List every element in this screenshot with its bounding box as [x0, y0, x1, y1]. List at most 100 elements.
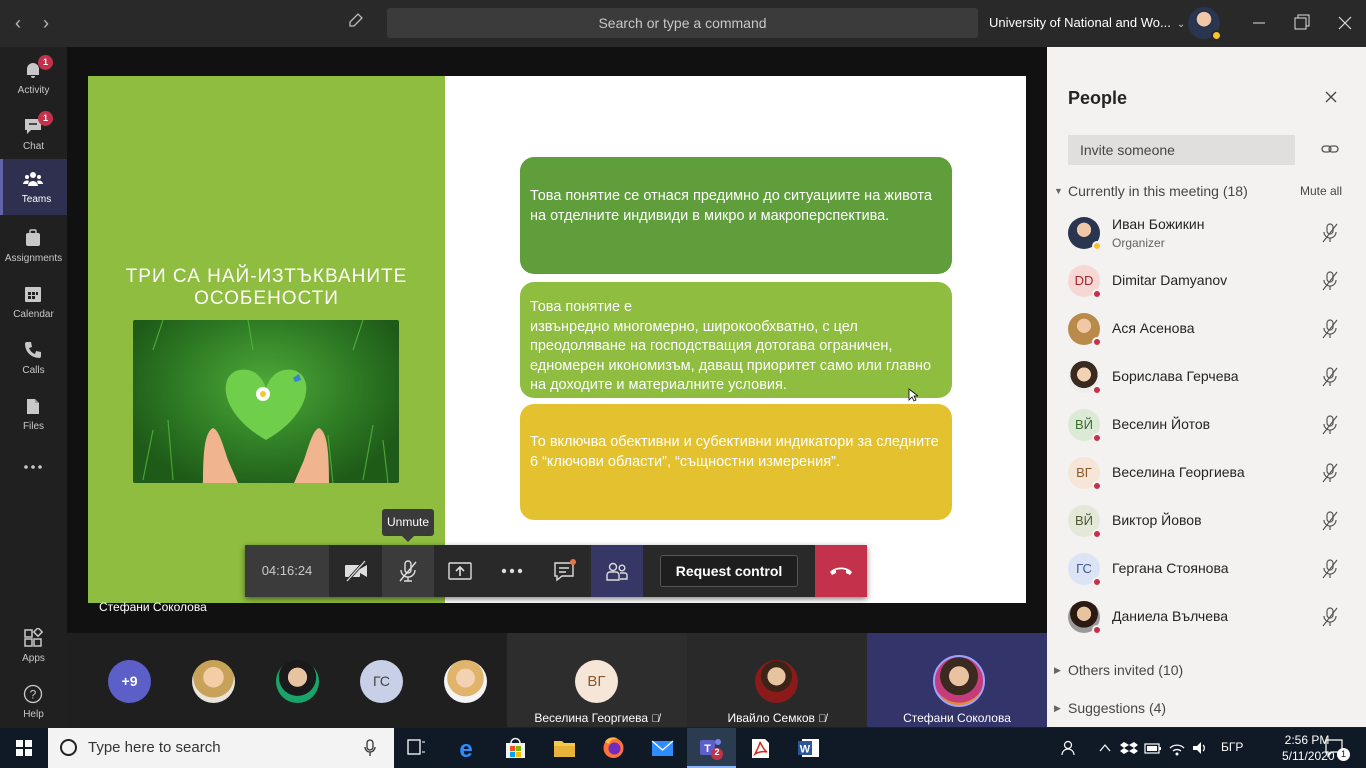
teams-taskbar-button[interactable]: T 2 [687, 728, 736, 768]
mic-off-icon[interactable] [1321, 511, 1339, 531]
mute-all-button[interactable]: Mute all [1300, 184, 1342, 198]
show-participants-button[interactable] [591, 545, 643, 597]
start-button[interactable] [0, 728, 49, 768]
participant-row[interactable]: ВГ Веселина Георгиева [1047, 449, 1366, 497]
mic-off-icon[interactable] [1321, 415, 1339, 435]
file-explorer-button[interactable] [540, 728, 589, 768]
participant-avatar[interactable] [444, 660, 487, 703]
more-participants-avatar[interactable]: +9 [108, 660, 151, 703]
rail-item-files[interactable]: Files [0, 386, 67, 442]
suggestions-section[interactable]: ▶ Suggestions (4) [1054, 700, 1166, 716]
participant-row[interactable]: ГС Гергана Стоянова [1047, 545, 1366, 593]
teams-icon: T [700, 739, 723, 760]
request-control-button[interactable]: Request control [660, 555, 798, 587]
people-tray-icon[interactable] [1060, 739, 1078, 757]
compose-icon[interactable] [348, 12, 370, 34]
mic-off-icon[interactable] [1321, 559, 1339, 579]
busy-status-icon [1092, 577, 1102, 587]
participant-name: Даниела Вълчева [1112, 608, 1229, 624]
edge-browser-button[interactable]: e [442, 728, 491, 768]
others-invited-section[interactable]: ▶ Others invited (10) [1054, 662, 1183, 678]
teams-icon [23, 172, 43, 186]
show-conversation-button[interactable] [539, 545, 591, 597]
mic-off-icon[interactable] [1321, 367, 1339, 387]
close-icon[interactable] [1333, 12, 1357, 34]
volume-icon[interactable] [1191, 739, 1209, 757]
slide-box-2: Това понятие е извънредно многомерно, шир… [520, 282, 952, 398]
more-actions-button[interactable] [486, 545, 538, 597]
busy-status-icon [1092, 481, 1102, 491]
busy-status-icon [1092, 625, 1102, 635]
back-arrow-icon[interactable]: ‹ [8, 12, 28, 34]
rail-item-apps[interactable]: Apps [0, 618, 67, 674]
acrobat-button[interactable] [736, 728, 785, 768]
minimize-icon[interactable] [1247, 12, 1271, 34]
participant-row[interactable]: ВЙ Веселин Йотов [1047, 401, 1366, 449]
taskbar-search-placeholder: Type here to search [88, 739, 221, 756]
store-icon [506, 737, 525, 758]
slide-box-2-line1: Това понятие е [530, 299, 633, 315]
participant-tile[interactable]: ВГ Веселина Георгиева 🎙̸ [507, 633, 687, 727]
mic-off-icon[interactable] [1321, 319, 1339, 339]
participant-avatar [755, 660, 798, 703]
firefox-button[interactable] [589, 728, 638, 768]
mail-button[interactable] [638, 728, 687, 768]
chat-icon [554, 559, 576, 582]
rail-item-calendar[interactable]: Calendar [0, 274, 67, 330]
participant-avatar[interactable] [192, 660, 235, 703]
restore-icon[interactable] [1289, 12, 1313, 34]
meeting-timer: 04:16:24 [245, 545, 329, 597]
participant-row[interactable]: DD Dimitar Damyanov [1047, 257, 1366, 305]
mic-off-icon[interactable] [1321, 463, 1339, 483]
participant-row[interactable]: Борислава Герчева [1047, 353, 1366, 401]
link-icon[interactable] [1321, 142, 1339, 156]
share-screen-button[interactable] [434, 545, 486, 597]
battery-icon[interactable] [1144, 741, 1162, 755]
camera-off-button[interactable] [330, 545, 382, 597]
input-language[interactable]: БГР [1221, 740, 1243, 754]
close-icon[interactable] [1323, 89, 1339, 105]
rail-item-teams[interactable]: Teams [0, 159, 67, 215]
firefox-icon [603, 737, 624, 758]
current-meeting-section[interactable]: ▼ Currently in this meeting (18) [1054, 183, 1248, 199]
participant-avatar[interactable] [276, 660, 319, 703]
hang-up-icon [830, 567, 852, 575]
profile-avatar[interactable] [1188, 7, 1222, 41]
participant-row[interactable]: Иван Божикин Organizer [1047, 209, 1366, 257]
word-button[interactable]: W [785, 728, 834, 768]
command-search-input[interactable]: Search or type a command [387, 8, 978, 38]
app-rail: 1 Activity 1 Chat Teams Assignments Cale… [0, 47, 67, 727]
wifi-icon[interactable] [1168, 739, 1186, 757]
rail-item-assignments[interactable]: Assignments [0, 218, 67, 274]
busy-status-icon [1092, 433, 1102, 443]
participant-tile[interactable]: Ивайло Семков 🎙̸ [687, 633, 867, 727]
store-button[interactable] [491, 728, 540, 768]
rail-label: Apps [22, 653, 45, 664]
rail-item-calls[interactable]: Calls [0, 330, 67, 386]
participant-row[interactable]: ВЙ Виктор Йовов [1047, 497, 1366, 545]
task-view-button[interactable] [392, 728, 441, 768]
participant-tile-speaking[interactable]: Стефани Соколова [867, 633, 1047, 727]
rail-item-activity[interactable]: 1 Activity [0, 50, 67, 106]
mail-icon [651, 740, 674, 756]
participant-avatar-gs[interactable]: ГС [360, 660, 403, 703]
camera-off-icon [345, 559, 367, 583]
mic-unmute-button[interactable] [382, 545, 434, 597]
presenter-name: Стефани Соколова [99, 600, 207, 614]
hang-up-button[interactable] [815, 545, 867, 597]
forward-arrow-icon[interactable]: › [36, 12, 56, 34]
participant-row[interactable]: Даниела Вълчева [1047, 593, 1366, 641]
dropbox-icon[interactable] [1120, 739, 1138, 757]
taskbar-search-input[interactable]: Type here to search [48, 728, 394, 768]
mic-off-icon[interactable] [1321, 223, 1339, 243]
invite-someone-input[interactable]: Invite someone [1068, 135, 1295, 165]
rail-item-help[interactable]: ? Help [0, 674, 67, 730]
mic-off-icon[interactable] [1321, 607, 1339, 627]
rail-item-chat[interactable]: 1 Chat [0, 106, 67, 162]
participant-row[interactable]: Ася Асенова [1047, 305, 1366, 353]
mic-off-icon[interactable] [1321, 271, 1339, 291]
org-switcher[interactable]: University of National and Wo... ⌄ [989, 15, 1185, 30]
chevron-up-icon[interactable] [1098, 741, 1112, 755]
rail-label: Files [22, 421, 45, 432]
rail-item-more[interactable] [0, 447, 67, 503]
